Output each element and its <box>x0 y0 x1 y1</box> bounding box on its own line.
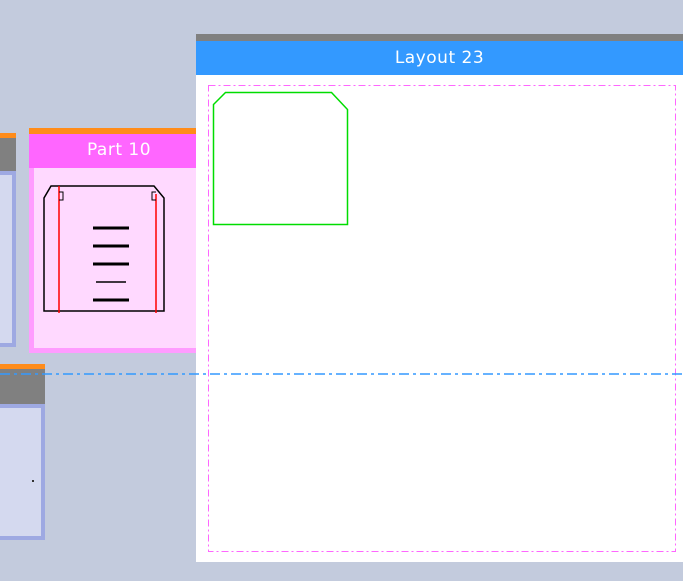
layout-title[interactable]: Layout 23 <box>196 34 683 75</box>
left-panel-top-header[interactable] <box>0 133 16 171</box>
part-card[interactable]: Part 10 <box>29 128 209 353</box>
placed-part-outline <box>212 91 349 226</box>
panel-dot-marker <box>32 480 34 482</box>
part-thumbnail-icon[interactable] <box>43 178 173 314</box>
layout-sheet[interactable] <box>196 75 683 562</box>
left-panel-bottom-header[interactable] <box>0 364 45 404</box>
left-panel-bottom-body <box>0 404 45 540</box>
left-panel-top-body <box>0 171 16 347</box>
part-title[interactable]: Part 10 <box>29 128 209 168</box>
sheet-margin-boundary <box>208 85 676 552</box>
layout-window[interactable]: Layout 23 <box>196 34 683 562</box>
left-panel-top[interactable] <box>0 133 16 347</box>
left-panel-bottom[interactable] <box>0 364 45 540</box>
sheet-divider-line <box>0 373 683 375</box>
